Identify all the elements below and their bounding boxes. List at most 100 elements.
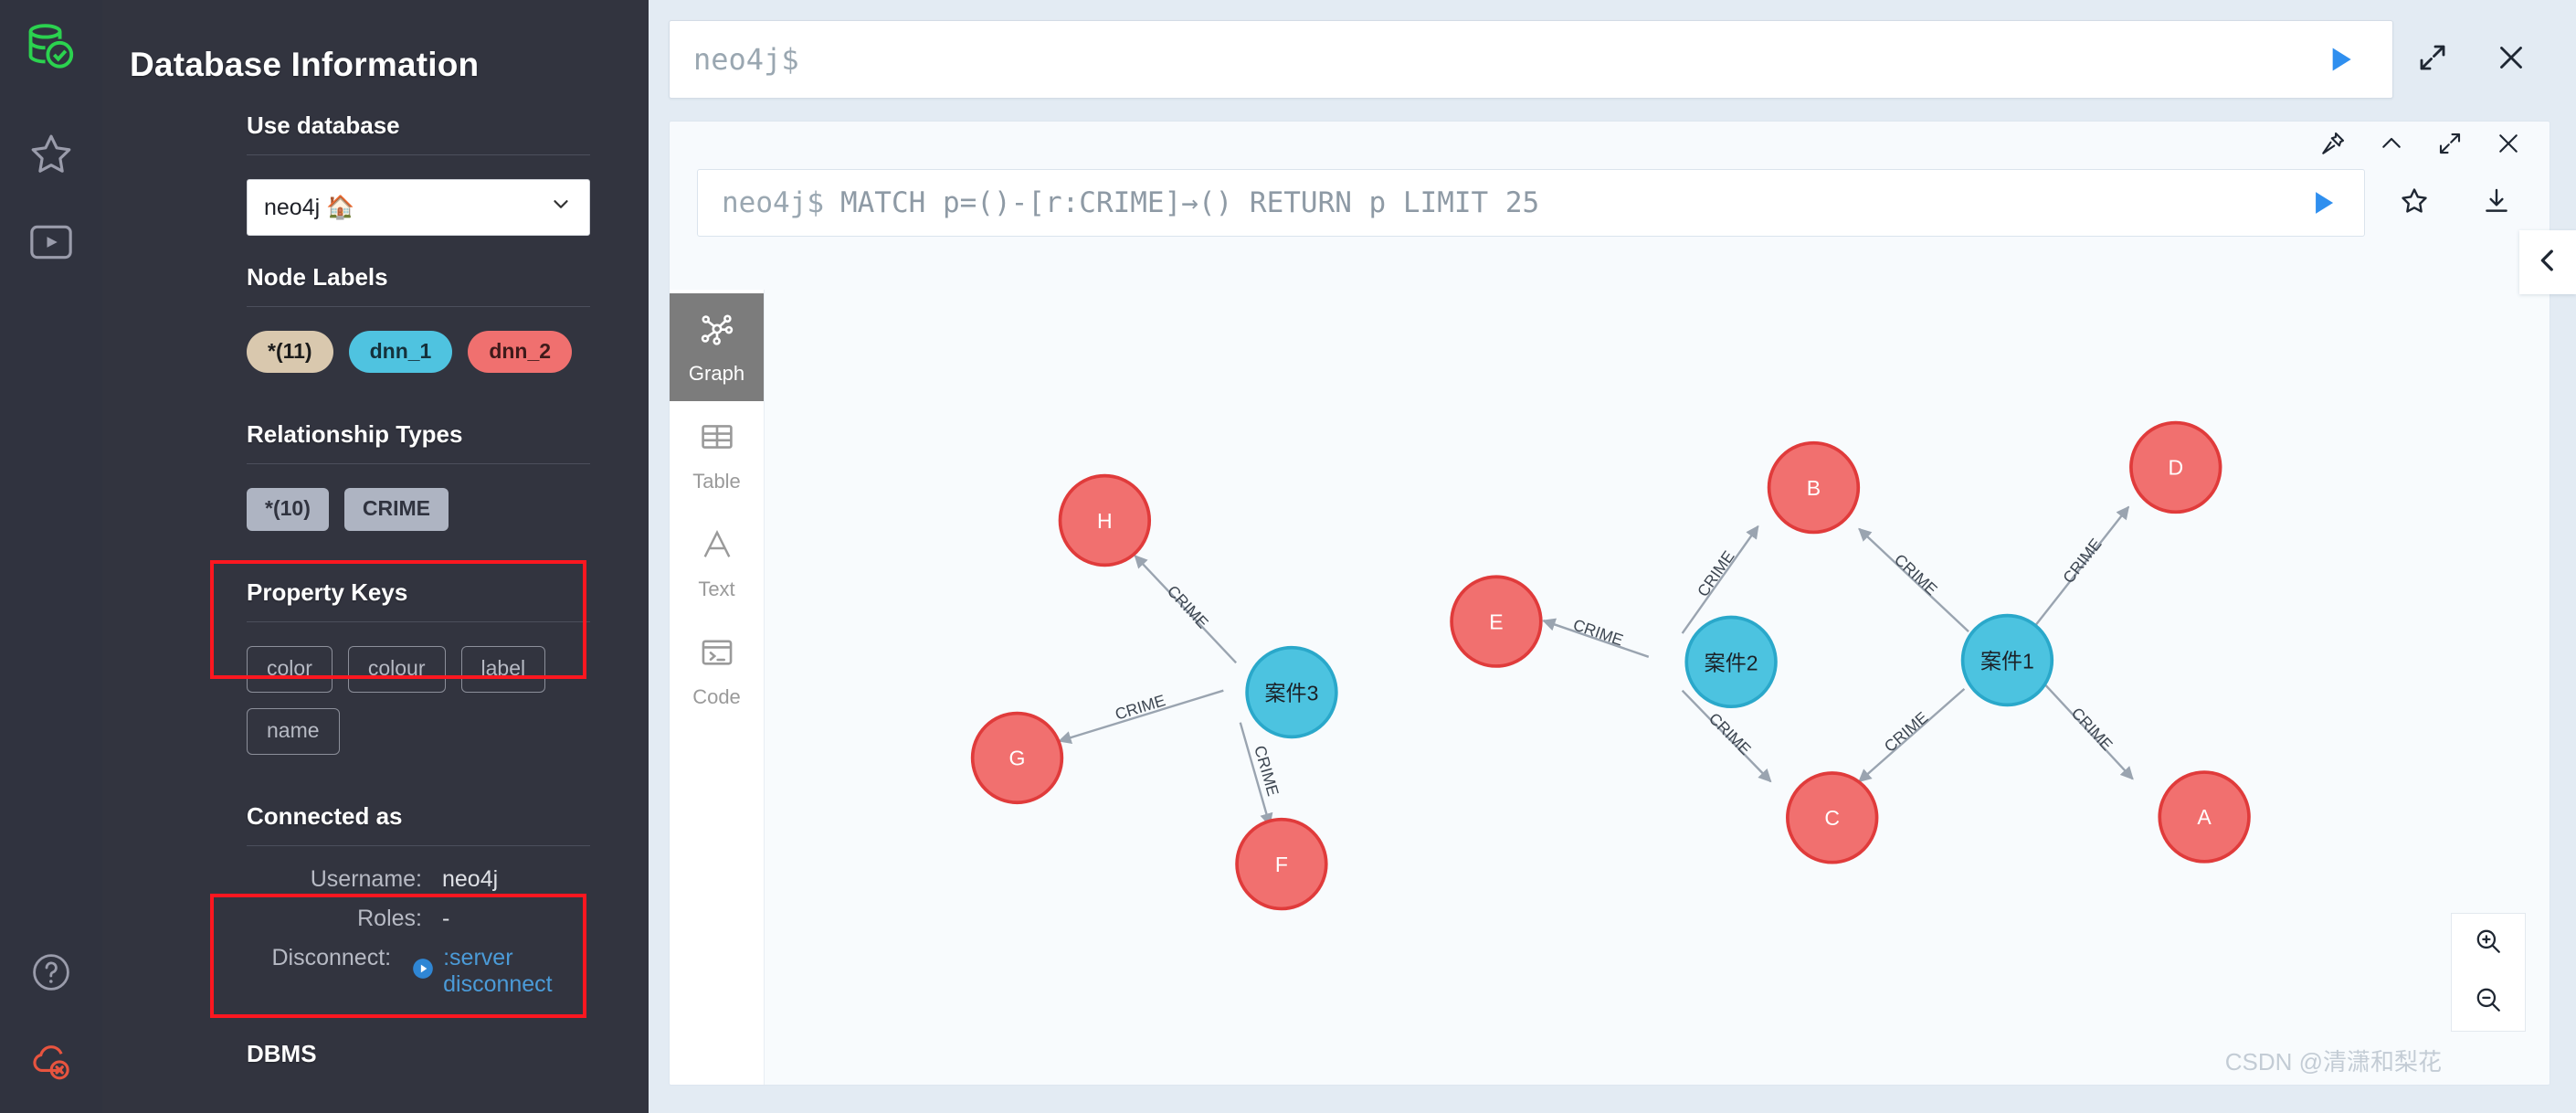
download-icon: [2481, 186, 2512, 221]
save-favorite-button[interactable]: [2381, 169, 2447, 237]
relationship-type-chip[interactable]: CRIME: [343, 488, 449, 532]
detail-row-username: Username: neo4j: [247, 866, 590, 893]
property-key-chip[interactable]: label: [460, 646, 546, 694]
chevron-left-icon: [2532, 245, 2563, 281]
graph-node-case1[interactable]: 案件1: [1960, 613, 2054, 707]
divider: [247, 154, 590, 155]
left-icon-rail: [0, 0, 102, 1113]
node-labels-heading: Node Labels: [247, 263, 388, 291]
graph-icon: [698, 310, 736, 354]
graph-zoom-controls: [2451, 913, 2526, 1032]
executed-query-box[interactable]: neo4j$ MATCH p=()-[r:CRIME]→() RETURN p …: [697, 169, 2365, 237]
node-labels-wrap: Node Labels *(11) dnn_1 dnn_2: [102, 236, 649, 679]
graph-node-C[interactable]: C: [1786, 771, 1879, 864]
graph-node-H[interactable]: H: [1058, 473, 1152, 567]
detail-value: neo4j: [442, 866, 499, 893]
download-result-button[interactable]: [2464, 169, 2529, 237]
executed-query-prompt: neo4j$: [722, 186, 824, 219]
dbms-heading: DBMS: [247, 1040, 317, 1068]
editor-close-button[interactable]: [2472, 20, 2550, 99]
connected-as-heading: Connected as: [247, 802, 403, 831]
node-label-chip[interactable]: dnn_1: [348, 331, 453, 374]
table-icon: [698, 418, 736, 461]
node-label: 案件3: [1265, 682, 1319, 705]
run-query-button[interactable]: [2312, 31, 2369, 88]
node-labels-section: Node Labels *(11) dnn_1 dnn_2: [102, 236, 649, 393]
graph-node-F[interactable]: F: [1235, 817, 1328, 911]
collapse-frame-button[interactable]: [2363, 123, 2420, 167]
graph-node-E[interactable]: E: [1450, 575, 1543, 668]
graph-node-D[interactable]: D: [2129, 420, 2222, 514]
property-key-chip[interactable]: colour: [347, 646, 446, 694]
tab-label: Table: [692, 469, 741, 493]
text-icon: [698, 525, 736, 569]
pin-frame-button[interactable]: [2305, 123, 2361, 167]
edge-label: CRIME: [1164, 582, 1212, 632]
node-labels-chip-list: *(11) dnn_1 dnn_2: [247, 307, 590, 393]
node-label: E: [1489, 610, 1503, 633]
node-label: B: [1807, 476, 1821, 500]
relationship-types-heading: Relationship Types: [247, 420, 463, 449]
tab-text[interactable]: Text: [670, 509, 764, 617]
sidebar-item-help[interactable]: [0, 930, 102, 1018]
relationship-type-chip[interactable]: *(10): [247, 488, 329, 532]
database-select-value: neo4j 🏠: [264, 194, 355, 220]
graph-node-B[interactable]: B: [1767, 440, 1861, 535]
relationship-types-section: Relationship Types *(10) CRIME: [102, 393, 649, 551]
graph-visualization[interactable]: CRIME CRIME CRIME CRIME CRIME CRIME CRIM…: [765, 290, 2550, 1085]
sidebar-collapse-tab[interactable]: [2519, 230, 2576, 294]
close-frame-button[interactable]: [2480, 123, 2537, 167]
main-content: neo4j$ neo4j$ MATCH p=()-[r:CRIME]→() RE…: [649, 0, 2576, 1113]
graph-canvas[interactable]: CRIME CRIME CRIME CRIME CRIME CRIME CRIM…: [765, 290, 2550, 1085]
star-icon: [2399, 186, 2430, 221]
result-body: Graph Table Text Code CRIME CRIME CRIME …: [670, 290, 2550, 1085]
property-key-chip[interactable]: color: [247, 646, 333, 694]
close-icon: [2495, 130, 2522, 162]
tab-graph[interactable]: Graph: [670, 293, 764, 401]
edge-label: CRIME: [1891, 550, 1941, 599]
zoom-in-icon: [2473, 926, 2504, 961]
node-label: F: [1275, 853, 1288, 876]
edge-label: CRIME: [1251, 744, 1283, 799]
cypher-editor[interactable]: neo4j$: [669, 20, 2393, 99]
code-icon: [698, 633, 736, 677]
sidebar-item-connection-status[interactable]: [0, 1018, 102, 1106]
detail-key: Roles:: [357, 906, 422, 932]
tab-label: Graph: [688, 361, 745, 385]
graph-node-case3[interactable]: 案件3: [1245, 645, 1338, 739]
zoom-in-button[interactable]: [2452, 914, 2525, 972]
edge-label: CRIME: [1705, 709, 1755, 758]
node-label: 案件2: [1705, 652, 1758, 675]
sidebar-item-project-files[interactable]: [0, 200, 102, 288]
node-label-chip[interactable]: *(11): [247, 331, 333, 374]
edge-label: CRIME: [1694, 547, 1738, 600]
editor-fullscreen-button[interactable]: [2393, 20, 2472, 99]
node-label-chip[interactable]: dnn_2: [468, 331, 573, 374]
server-disconnect-link[interactable]: :server disconnect: [411, 945, 590, 998]
node-label: C: [1824, 806, 1840, 830]
property-keys-chip-list: color colour label name: [247, 622, 590, 775]
graph-node-G[interactable]: G: [970, 711, 1064, 805]
database-information-drawer: Database Information Use database neo4j …: [102, 0, 649, 1113]
sidebar-item-favorites[interactable]: [0, 112, 102, 200]
rerun-query-button[interactable]: [2306, 186, 2340, 220]
property-key-chip[interactable]: name: [247, 708, 340, 756]
use-database-section: Use database neo4j 🏠: [102, 84, 649, 236]
graph-node-case2[interactable]: 案件2: [1684, 615, 1778, 709]
page-title: Database Information: [130, 46, 480, 83]
edge-label: CRIME: [1113, 691, 1167, 724]
graph-node-A[interactable]: A: [2158, 770, 2251, 864]
database-select[interactable]: neo4j 🏠: [247, 179, 590, 236]
edge-label: CRIME: [2068, 704, 2117, 754]
play-circle-icon: [411, 957, 435, 987]
edge-label: CRIME: [2059, 535, 2105, 587]
property-keys-section: Property Keys color colour label name: [102, 551, 649, 775]
zoom-out-button[interactable]: [2452, 972, 2525, 1031]
tab-code[interactable]: Code: [670, 617, 764, 725]
frame-titlebar: [670, 122, 2550, 169]
fullscreen-frame-button[interactable]: [2422, 123, 2478, 167]
graph-nodes[interactable]: H G F 案件3 E 案件2 B C 案件1 D A: [970, 420, 2251, 911]
tab-table[interactable]: Table: [670, 401, 764, 509]
executed-query-text: MATCH p=()-[r:CRIME]→() RETURN p LIMIT 2…: [839, 186, 1540, 219]
frame-command-row: neo4j$ MATCH p=()-[r:CRIME]→() RETURN p …: [670, 169, 2550, 237]
